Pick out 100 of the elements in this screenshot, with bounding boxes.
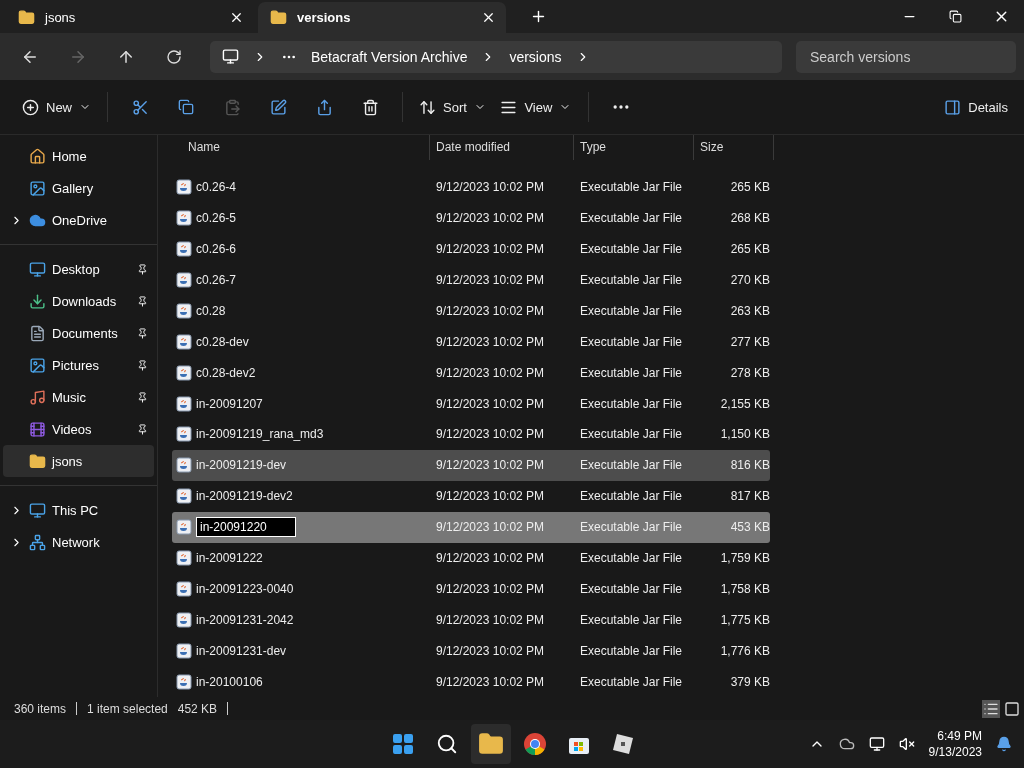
address-bar[interactable]: Betacraft Version Archive versions	[210, 40, 782, 73]
jar-file-icon	[176, 488, 192, 505]
file-row[interactable]: c0.26-5 9/12/2023 10:02 PM Executable Jar File 268 KB	[172, 202, 770, 234]
sidebar-item[interactable]: Videos	[3, 413, 154, 445]
close-icon[interactable]	[481, 10, 496, 25]
jar-file-icon	[176, 519, 192, 536]
type-cell-text: Executable Jar File	[579, 551, 684, 565]
size-cell-text: 1,776 KB	[719, 643, 770, 658]
jar-file-icon	[176, 179, 192, 196]
sort-button[interactable]: Sort	[415, 90, 490, 124]
file-row[interactable]: c0.26-7 9/12/2023 10:02 PM Executable Jar File 270 KB	[172, 264, 770, 296]
breadcrumb[interactable]: Betacraft Version Archive	[311, 48, 468, 65]
file-row[interactable]: c0.26-4 9/12/2023 10:02 PM Executable Jar File 265 KB	[172, 171, 770, 203]
new-tab-icon[interactable]	[530, 8, 547, 25]
panel-icon	[944, 98, 962, 116]
clock-time[interactable]: 6:49 PM	[937, 729, 982, 743]
type-cell-text: Executable Jar File	[579, 211, 684, 226]
tiles-view-icon[interactable]	[1004, 699, 1020, 718]
cloud-icon[interactable]	[838, 736, 855, 752]
file-name: in-20091207	[196, 396, 263, 411]
monitor-icon	[222, 48, 239, 65]
size-cell-text: 1,775 KB	[719, 612, 770, 627]
sidebar-item[interactable]: Music	[3, 381, 154, 413]
file-name: in-20091219-dev2	[196, 489, 293, 504]
column-header[interactable]: Type	[574, 135, 694, 160]
type-cell-text: Executable Jar File	[579, 180, 684, 195]
desktop-icon	[29, 260, 46, 278]
jar-file-icon	[176, 550, 192, 566]
tab[interactable]: jsons	[6, 2, 254, 33]
size-cell-text: 278 KB	[729, 365, 770, 380]
clock-date[interactable]: 9/13/2023	[928, 745, 982, 759]
tab[interactable]: versions	[258, 2, 506, 33]
sidebar-item[interactable]: Home	[3, 140, 154, 172]
pin-icon	[137, 263, 148, 275]
bell-icon[interactable]	[996, 736, 1012, 752]
sidebar-item[interactable]: OneDrive	[3, 204, 154, 236]
pin-icon	[137, 295, 148, 307]
breadcrumb[interactable]: versions	[509, 48, 562, 65]
music-icon	[29, 388, 46, 406]
file-row[interactable]: in-20091220 9/12/2023 10:02 PM Executable Jar File 453 KB	[172, 511, 770, 543]
type-cell-text: Executable Jar File	[579, 272, 684, 287]
file-row[interactable]: in-20091222 9/12/2023 10:02 PM Executable Jar File 1,759 KB	[172, 542, 770, 574]
file-row[interactable]: in-20091231-2042 9/12/2023 10:02 PM Executable Jar File 1,775 KB	[172, 604, 770, 636]
file-row[interactable]: c0.26-6 9/12/2023 10:02 PM Executable Jar File 265 KB	[172, 233, 770, 265]
home-icon	[29, 147, 46, 165]
sidebar-item[interactable]: Gallery	[3, 172, 154, 204]
file-row[interactable]: c0.28 9/12/2023 10:02 PM Executable Jar File 263 KB	[172, 295, 770, 327]
date-cell-text: 9/12/2023 10:02 PM	[435, 551, 546, 565]
file-row[interactable]: in-20091219-dev2 9/12/2023 10:02 PM Executable Jar File 817 KB	[172, 480, 770, 512]
selection-info: 1 item selected	[87, 701, 168, 716]
download-icon	[29, 292, 46, 310]
close-icon[interactable]	[229, 10, 244, 25]
folder-icon	[270, 9, 287, 26]
date-cell-text: 9/12/2023 10:02 PM	[435, 272, 546, 287]
type-cell-text: Executable Jar File	[579, 396, 684, 411]
picture-icon	[29, 356, 46, 374]
file-row[interactable]: in-20091223-0040 9/12/2023 10:02 PM Executable Jar File 1,758 KB	[172, 573, 770, 605]
size-cell-text: 816 KB	[729, 458, 770, 473]
sidebar-item[interactable]: Downloads	[3, 285, 154, 317]
pin-icon	[137, 391, 148, 403]
file-name: in-20091219_rana_md3	[196, 427, 324, 442]
column-header[interactable]: Name	[172, 135, 430, 160]
sidebar-item[interactable]: jsons	[3, 445, 154, 477]
pc-icon	[29, 501, 46, 519]
date-cell-text: 9/12/2023 10:02 PM	[435, 643, 546, 658]
file-row[interactable]: in-20100106 9/12/2023 10:02 PM Executable Jar File 379 KB	[172, 666, 770, 697]
size-cell-text: 453 KB	[729, 520, 770, 535]
file-explorer-icon[interactable]	[471, 724, 511, 764]
sidebar-item[interactable]: Pictures	[3, 349, 154, 381]
jar-file-icon	[176, 642, 192, 659]
muted-speaker-icon[interactable]	[898, 736, 915, 752]
size-cell-text: 263 KB	[729, 303, 770, 318]
file-row[interactable]: c0.28-dev2 9/12/2023 10:02 PM Executable Jar File 278 KB	[172, 357, 770, 389]
gallery-icon	[29, 179, 46, 197]
sidebar-item[interactable]: This PC	[3, 494, 154, 526]
file-row[interactable]: in-20091219-dev 9/12/2023 10:02 PM Executable Jar File 816 KB	[172, 449, 770, 481]
file-row[interactable]: in-20091207 9/12/2023 10:02 PM Executable Jar File 2,155 KB	[172, 388, 770, 419]
folder-icon	[29, 452, 46, 470]
view-button[interactable]: View	[495, 90, 576, 124]
sidebar-item[interactable]: Network	[3, 526, 154, 558]
rename-field[interactable]: in-20091220	[196, 517, 296, 538]
sidebar-item[interactable]: Documents	[3, 317, 154, 349]
file-name: c0.26-6	[196, 242, 237, 257]
date-cell-text: 9/12/2023 10:02 PM	[435, 520, 546, 535]
file-row[interactable]: in-20091231-dev 9/12/2023 10:02 PM Executable Jar File 1,776 KB	[172, 635, 770, 667]
details-button[interactable]: Details	[940, 90, 1012, 124]
sidebar-item[interactable]: Desktop	[3, 253, 154, 285]
jar-file-icon	[176, 457, 192, 474]
file-row[interactable]: in-20091219_rana_md3 9/12/2023 10:02 PM Executable Jar File 1,150 KB	[172, 419, 770, 450]
item-count: 360 items	[14, 701, 67, 716]
column-header[interactable]: Date modified	[430, 135, 574, 160]
column-header[interactable]: Size	[694, 135, 774, 160]
search-field[interactable]: Search versions	[796, 40, 1016, 73]
file-name: in-20091222	[196, 551, 263, 565]
file-row[interactable]: c0.28-dev 9/12/2023 10:02 PM Executable Jar File 277 KB	[172, 326, 770, 358]
file-name: c0.26-7	[196, 272, 237, 287]
details-view-icon[interactable]	[982, 699, 1000, 718]
size-cell-text: 265 KB	[729, 180, 770, 195]
file-name: in-20091231-2042	[196, 612, 294, 627]
new-button[interactable]: New	[18, 90, 95, 124]
